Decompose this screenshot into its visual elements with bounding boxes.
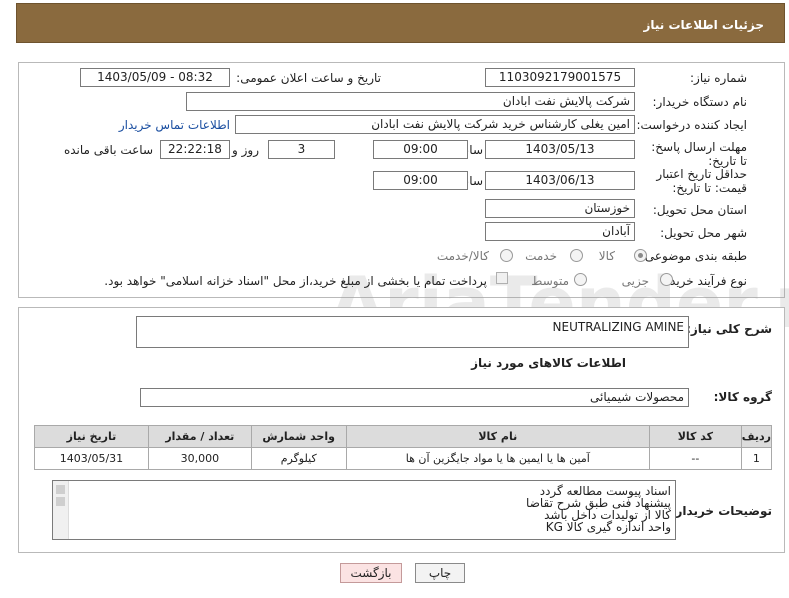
days-label: روز و xyxy=(232,143,259,157)
treasury-payment-note: پرداخت تمام یا بخشی از مبلغ خرید،از محل … xyxy=(104,274,487,288)
creator-label: ایجاد کننده درخواست: xyxy=(636,118,747,132)
remaining-time-field[interactable]: 22:22:18 xyxy=(160,140,230,159)
announce-field[interactable]: 1403/05/09 - 08:32 xyxy=(80,68,230,87)
category-label: طبقه بندی موضوعی: xyxy=(640,249,747,263)
buyer-contact-link[interactable]: اطلاعات تماس خریدار xyxy=(119,118,230,132)
price-validity-label: حداقل تاریخ اعتبار قیمت: تا تاریخ: xyxy=(656,167,747,195)
buyer-org-label: نام دستگاه خریدار: xyxy=(652,95,748,109)
need-number-field[interactable]: 1103092179001575 xyxy=(485,68,635,87)
table-cell: -- xyxy=(648,447,742,470)
table-header-cell: کد کالا xyxy=(648,425,742,448)
goods-group-field[interactable]: محصولات شیمیائی xyxy=(140,388,689,407)
city-label: شهر محل تحویل: xyxy=(660,226,747,240)
page-header: جزئیات اطلاعات نیاز xyxy=(16,3,785,43)
table-header-row: ردیف کد کالا نام کالا واحد شمارش تعداد /… xyxy=(34,425,773,448)
process-label: نوع فرآیند خرید : xyxy=(662,274,747,288)
category-option-service: خدمت xyxy=(525,249,557,263)
creator-field[interactable]: امین یغلی کارشناس خرید شرکت پالایش نفت ا… xyxy=(235,115,635,134)
process-option-medium: متوسط xyxy=(531,274,569,288)
need-number-label: شماره نیاز: xyxy=(690,71,747,85)
process-radio-minor[interactable] xyxy=(660,273,673,286)
table-header-cell: ردیف xyxy=(740,425,773,448)
scroll-thumb-up[interactable] xyxy=(56,485,65,494)
category-radio-service[interactable] xyxy=(570,249,583,262)
province-field[interactable]: خوزستان xyxy=(485,199,635,218)
category-radio-goods-service[interactable] xyxy=(500,249,513,262)
table-cell: کیلوگرم xyxy=(250,447,347,470)
items-table: ردیف کد کالا نام کالا واحد شمارش تعداد /… xyxy=(34,425,773,470)
process-radio-medium[interactable] xyxy=(574,273,587,286)
announce-label: تاریخ و ساعت اعلان عمومی: xyxy=(236,71,381,85)
table-cell: 1 xyxy=(740,447,773,470)
treasury-payment-checkbox[interactable] xyxy=(496,272,508,284)
category-option-goods-service: کالا/خدمت xyxy=(436,249,489,263)
buyer-notes-textarea[interactable]: اسناد پیوست مطالعه گردد پیشنهاد فنی طبق … xyxy=(52,480,676,540)
table-header-cell: نام کالا xyxy=(345,425,650,448)
reply-date-field[interactable]: 1403/05/13 xyxy=(485,140,635,159)
city-field[interactable]: آبادان xyxy=(485,222,635,241)
category-radio-goods[interactable] xyxy=(634,249,647,262)
note-line: واحد اندازه گیری کالا KG xyxy=(545,520,671,534)
back-button[interactable]: بازگشت xyxy=(340,563,402,583)
province-label: استان محل تحویل: xyxy=(652,203,747,217)
notes-scrollbar[interactable] xyxy=(53,481,69,539)
print-button[interactable]: چاپ xyxy=(415,563,465,583)
page-title: جزئیات اطلاعات نیاز xyxy=(643,18,764,32)
table-header-cell: واحد شمارش xyxy=(250,425,347,448)
table-header-cell: تاریخ نیاز xyxy=(34,425,149,448)
table-cell: 30,000 xyxy=(147,447,252,470)
reply-deadline-label: مهلت ارسال پاسخ: تا تاریخ: xyxy=(651,140,747,168)
goods-group-label: گروه کالا: xyxy=(713,390,772,404)
reply-time-field[interactable]: 09:00 xyxy=(373,140,468,159)
validity-time-field[interactable]: 09:00 xyxy=(373,171,468,190)
goods-info-title: اطلاعات کالاهای مورد نیاز xyxy=(471,356,626,370)
validity-date-field[interactable]: 1403/06/13 xyxy=(485,171,635,190)
description-label: شرح کلی نیاز: xyxy=(686,322,772,336)
buyer-notes-label: توضیحات خریدار: xyxy=(670,504,772,518)
process-option-minor: جزیی xyxy=(621,274,649,288)
table-cell: آمین ها یا ایمین ها یا مواد جایگزین آن ه… xyxy=(345,447,650,470)
remaining-time-label: ساعت باقی مانده xyxy=(63,143,153,157)
category-option-goods: کالا xyxy=(598,249,615,263)
buyer-org-field[interactable]: شرکت پالایش نفت ابادان xyxy=(186,92,635,111)
table-header-cell: تعداد / مقدار xyxy=(147,425,252,448)
days-field[interactable]: 3 xyxy=(268,140,335,159)
table-cell: 1403/05/31 xyxy=(34,447,149,470)
table-row[interactable]: 1 -- آمین ها یا ایمین ها یا مواد جایگزین… xyxy=(34,447,773,470)
scroll-thumb[interactable] xyxy=(56,497,65,506)
description-textarea[interactable]: NEUTRALIZING AMINE xyxy=(136,316,689,348)
